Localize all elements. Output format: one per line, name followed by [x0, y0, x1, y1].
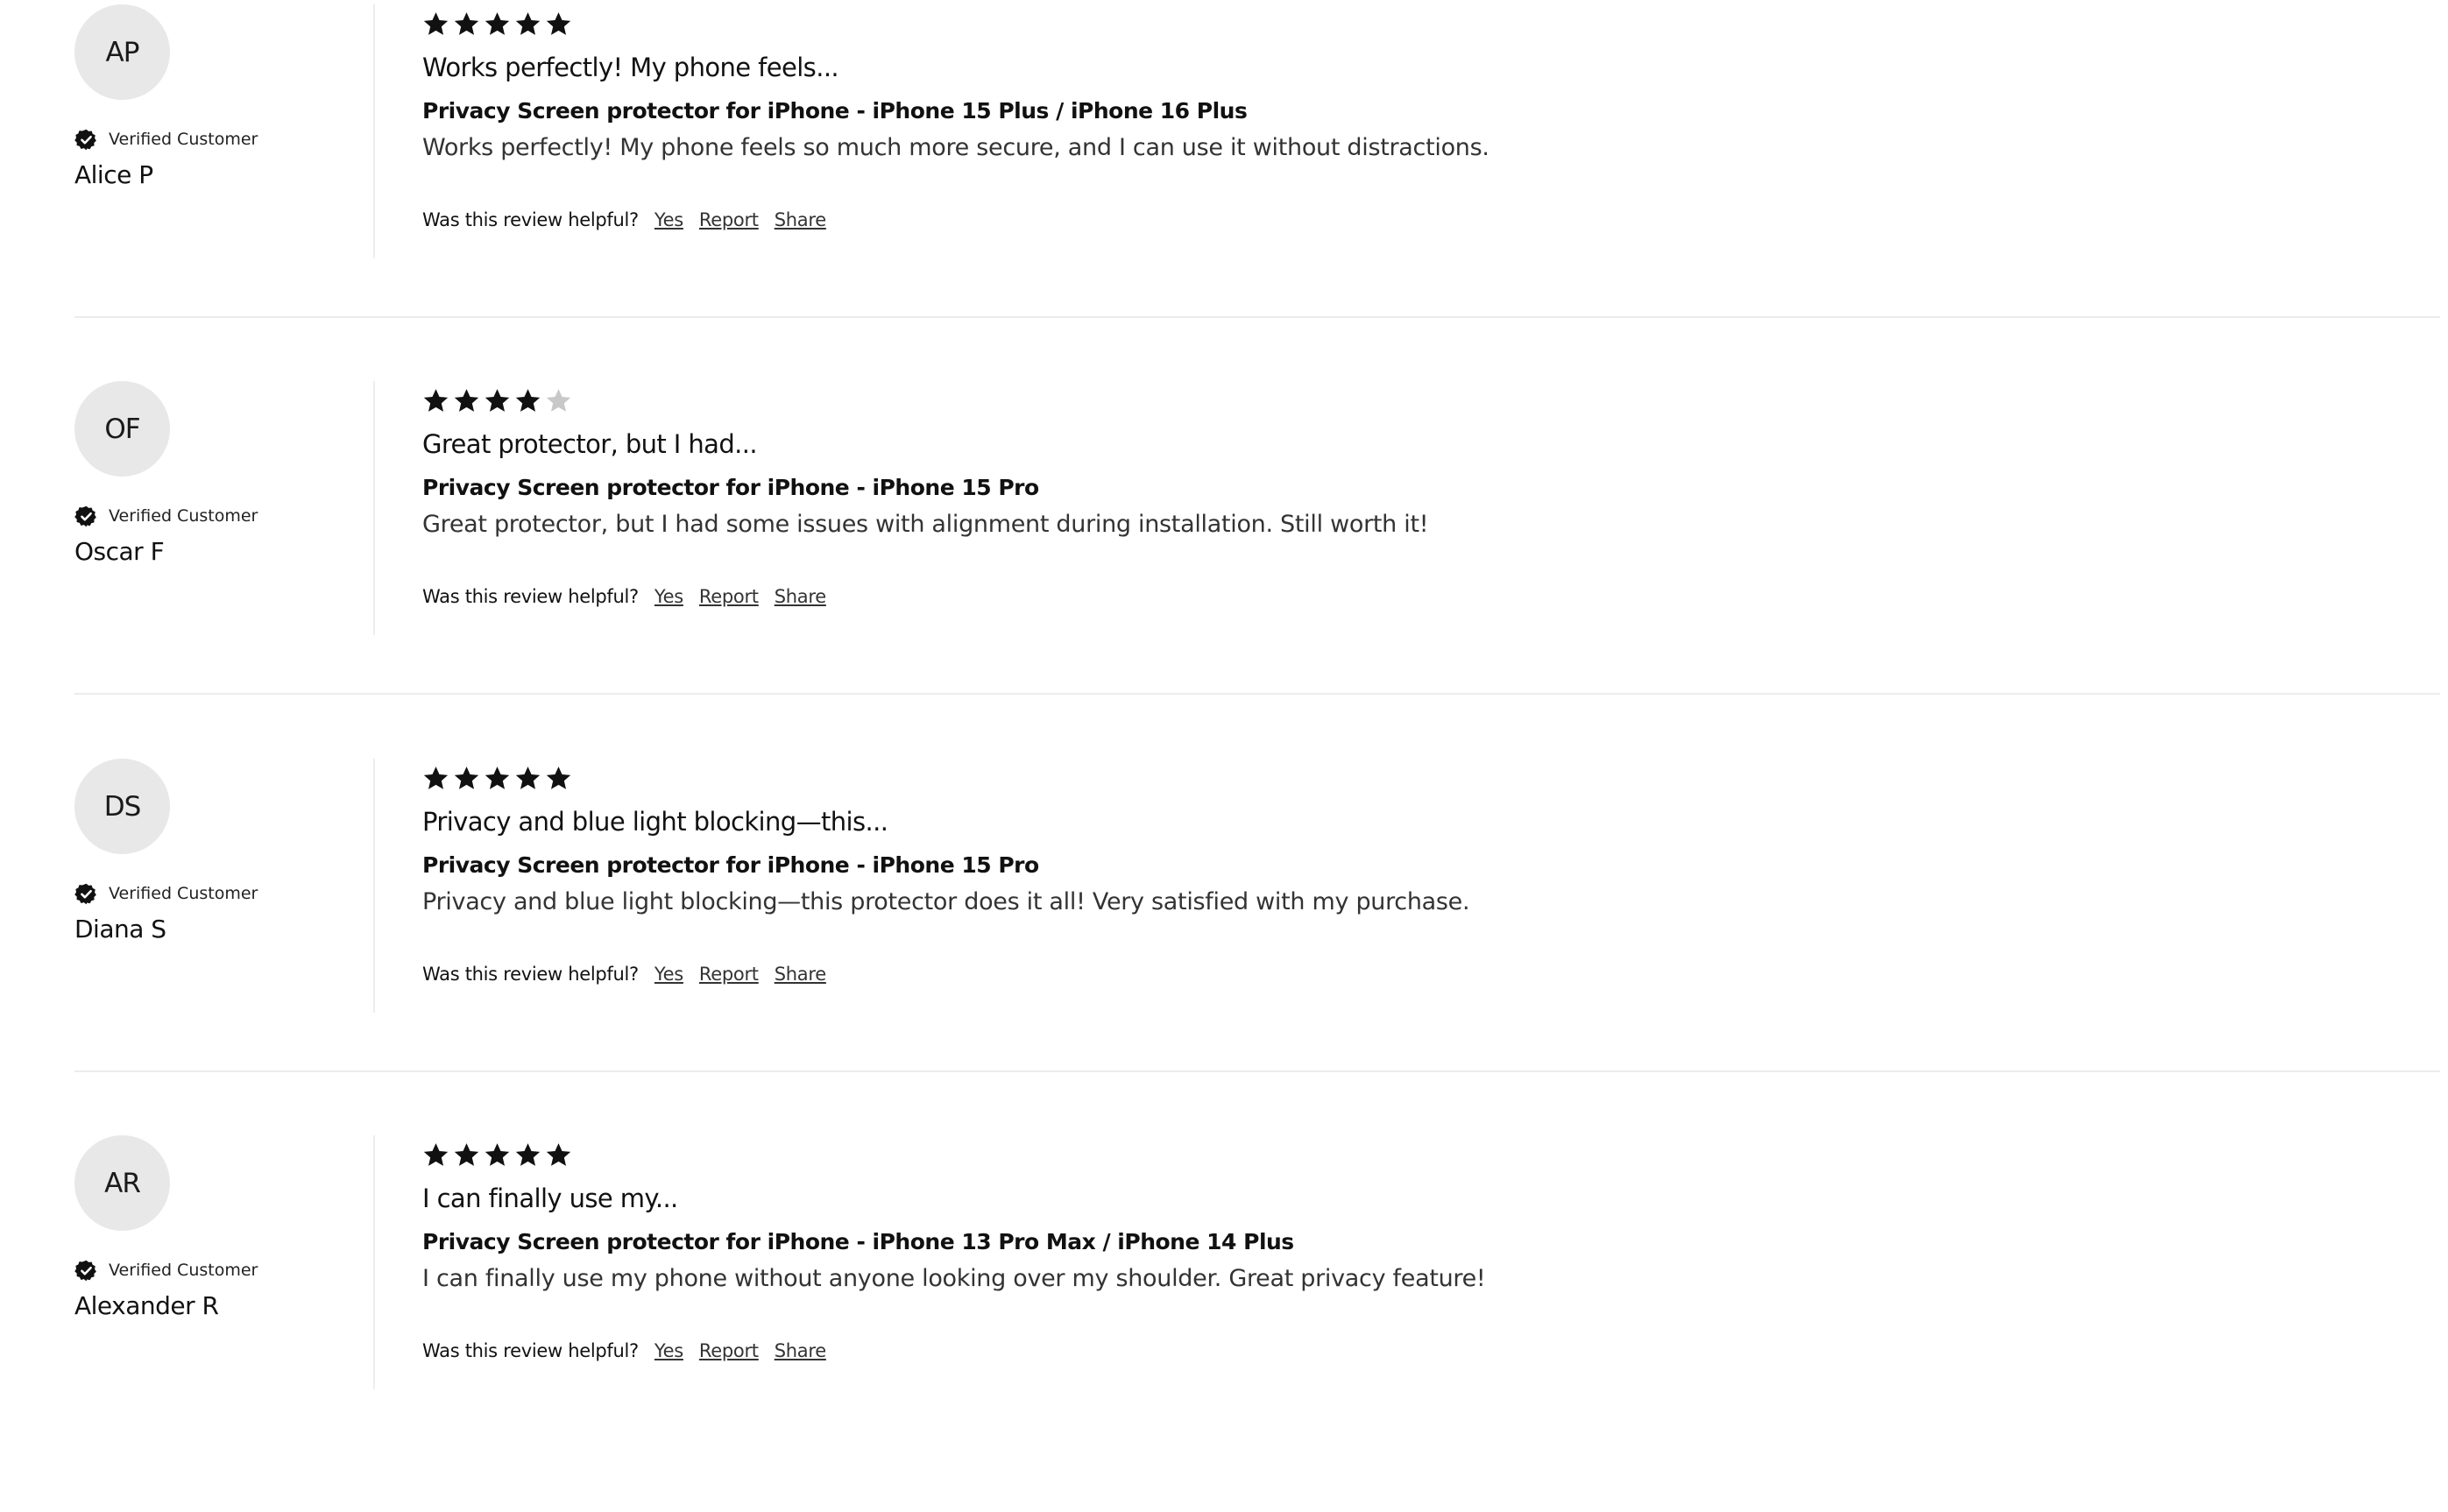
star-filled-icon: [515, 1142, 541, 1166]
share-link[interactable]: Share: [775, 209, 826, 230]
verified-label: Verified Customer: [109, 130, 258, 149]
verified-badge: Verified Customer: [74, 880, 258, 907]
helpful-row: Was this review helpful? Yes Report Shar…: [422, 1340, 842, 1361]
review-title: Great protector, but I had...: [422, 429, 758, 459]
star-filled-icon: [423, 766, 449, 789]
review-item: AP Verified Customer Alice P Works perfe…: [74, 4, 2440, 381]
review-body: Works perfectly! My phone feels so much …: [422, 134, 1489, 161]
verified-label: Verified Customer: [109, 884, 258, 903]
reviewer-name: Alice P: [74, 160, 153, 189]
star-filled-icon: [423, 1142, 449, 1166]
helpful-row: Was this review helpful? Yes Report Shar…: [422, 209, 842, 230]
star-filled-icon: [454, 388, 479, 412]
star-filled-icon: [454, 766, 479, 789]
star-filled-icon: [485, 11, 510, 35]
product-name: Privacy Screen protector for iPhone - iP…: [422, 1229, 1294, 1254]
report-link[interactable]: Report: [699, 209, 759, 230]
helpful-yes-link[interactable]: Yes: [654, 1340, 683, 1361]
review-body: I can finally use my phone without anyon…: [422, 1265, 1486, 1292]
verified-badge: Verified Customer: [74, 503, 258, 529]
star-filled-icon: [546, 1142, 571, 1166]
star-empty-icon: [546, 388, 571, 412]
avatar: AP: [74, 4, 170, 100]
share-link[interactable]: Share: [775, 586, 826, 607]
helpful-question: Was this review helpful?: [422, 964, 639, 985]
report-link[interactable]: Report: [699, 964, 759, 985]
review-title: Privacy and blue light blocking—this...: [422, 807, 888, 837]
column-divider: [373, 381, 375, 635]
review-divider: [74, 1070, 2440, 1072]
column-divider: [373, 759, 375, 1013]
review-body: Great protector, but I had some issues w…: [422, 511, 1429, 538]
review-item: OF Verified Customer Oscar F Great prote…: [74, 381, 2440, 758]
review-title: I can finally use my...: [422, 1183, 678, 1213]
review-item: DS Verified Customer Diana S Privacy and…: [74, 759, 2440, 1135]
star-rating: [422, 383, 576, 418]
star-filled-icon: [515, 388, 541, 412]
helpful-yes-link[interactable]: Yes: [654, 964, 683, 985]
report-link[interactable]: Report: [699, 1340, 759, 1361]
product-name: Privacy Screen protector for iPhone - iP…: [422, 475, 1039, 500]
reviewer-name: Alexander R: [74, 1291, 219, 1320]
helpful-question: Was this review helpful?: [422, 209, 639, 230]
share-link[interactable]: Share: [775, 964, 826, 985]
verified-check-icon: [74, 505, 96, 526]
star-filled-icon: [515, 11, 541, 35]
helpful-row: Was this review helpful? Yes Report Shar…: [422, 586, 842, 607]
star-filled-icon: [485, 766, 510, 789]
star-rating: [422, 1137, 576, 1172]
star-rating: [422, 6, 576, 41]
helpful-yes-link[interactable]: Yes: [654, 209, 683, 230]
verified-label: Verified Customer: [109, 1261, 258, 1280]
review-divider: [74, 316, 2440, 318]
verified-check-icon: [74, 129, 96, 150]
star-filled-icon: [485, 1142, 510, 1166]
star-filled-icon: [454, 11, 479, 35]
verified-badge: Verified Customer: [74, 1257, 258, 1283]
star-filled-icon: [423, 11, 449, 35]
product-name: Privacy Screen protector for iPhone - iP…: [422, 852, 1039, 878]
column-divider: [373, 4, 375, 258]
helpful-row: Was this review helpful? Yes Report Shar…: [422, 964, 842, 985]
share-link[interactable]: Share: [775, 1340, 826, 1361]
star-filled-icon: [454, 1142, 479, 1166]
column-divider: [373, 1135, 375, 1389]
review-divider: [74, 693, 2440, 695]
report-link[interactable]: Report: [699, 586, 759, 607]
review-title: Works perfectly! My phone feels...: [422, 53, 839, 82]
product-name: Privacy Screen protector for iPhone - iP…: [422, 98, 1248, 124]
avatar: OF: [74, 381, 170, 477]
star-filled-icon: [423, 388, 449, 412]
star-rating: [422, 760, 576, 795]
avatar: DS: [74, 759, 170, 854]
star-filled-icon: [546, 11, 571, 35]
review-body: Privacy and blue light blocking—this pro…: [422, 888, 1470, 915]
reviewer-name: Oscar F: [74, 537, 165, 566]
verified-badge: Verified Customer: [74, 126, 258, 152]
avatar: AR: [74, 1135, 170, 1231]
star-filled-icon: [515, 766, 541, 789]
helpful-question: Was this review helpful?: [422, 1340, 639, 1361]
verified-check-icon: [74, 883, 96, 904]
verified-label: Verified Customer: [109, 506, 258, 526]
helpful-yes-link[interactable]: Yes: [654, 586, 683, 607]
star-filled-icon: [546, 766, 571, 789]
helpful-question: Was this review helpful?: [422, 586, 639, 607]
review-item: AR Verified Customer Alexander R I can f…: [74, 1135, 2440, 1512]
star-filled-icon: [485, 388, 510, 412]
verified-check-icon: [74, 1260, 96, 1281]
reviewer-name: Diana S: [74, 915, 166, 943]
